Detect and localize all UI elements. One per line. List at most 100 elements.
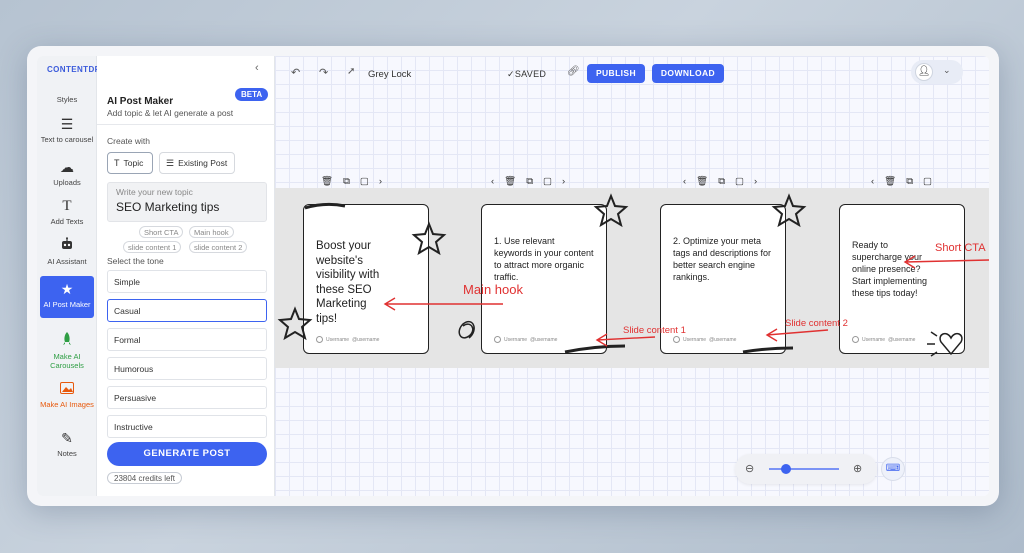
tone-option-formal[interactable]: Formal [107,328,267,351]
delete-icon[interactable]: 🗑︎ [504,176,516,187]
duplicate-icon[interactable]: ⧉ [343,176,350,187]
ai-post-maker-panel: AI Post Maker BETA Add topic & let AI ge… [97,56,280,496]
duplicate-icon[interactable]: ⧉ [906,176,913,187]
generate-post-button[interactable]: GENERATE POST [107,442,267,466]
create-with-existing-post-button[interactable]: ☰ Existing Post [159,152,235,174]
collapse-panel-icon[interactable]: ‹ [255,62,259,74]
rail-item-ai-assistant[interactable]: AI Assistant [37,237,97,266]
tone-option-instructive[interactable]: Instructive [107,415,267,438]
rail-item-add-texts[interactable]: T Add Texts [37,198,97,226]
square-icon[interactable]: ▢ [735,176,744,187]
chevron-left-icon[interactable]: ‹ [683,176,686,187]
rail-item-text-to-carousel[interactable]: ☰ Text to carousel [37,116,97,144]
tone-label: Select the tone [107,256,164,266]
rail-item-label: Text to carousel [40,135,94,144]
annotation-slide-content-2: Slide content 2 [785,318,848,329]
tone-option-simple[interactable]: Simple [107,270,267,293]
pen-icon: ✎ [61,430,73,446]
text-icon: T [62,198,72,214]
rail-item-label: Styles [56,95,78,104]
account-menu[interactable]: 👤︎ ⌄ [911,60,963,84]
slide-handle: @username [888,336,916,343]
annotation-slide-content-1: Slide content 1 [623,325,686,336]
chip-main-hook[interactable]: Main hook [189,226,234,238]
rail-item-label: Add Texts [50,217,84,226]
cloud-upload-icon: ☁ [60,159,74,175]
chip-slide-content-2[interactable]: slide content 2 [189,241,248,253]
tone-option-humorous[interactable]: Humorous [107,357,267,380]
slide-toolbar-2: ‹ 🗑︎ ⧉ ▢ › [491,176,565,187]
slide-toolbar-3: ‹ 🗑︎ ⧉ ▢ › [683,176,757,187]
slide-2[interactable]: 1. Use relevant keywords in your content… [481,204,607,354]
editor-app: CONTENTDRIPS Styles ☰ Text to carousel ☁… [37,56,989,496]
slide-1[interactable]: Boost your website's visibility with the… [303,204,429,354]
slide-username: Username [683,336,707,343]
topic-input[interactable]: Write your new topic SEO Marketing tips [107,182,267,222]
rail-item-label: Make AI Images [40,400,94,409]
chevron-right-icon[interactable]: › [379,176,382,187]
tone-option-casual[interactable]: Casual [107,299,267,322]
avatar [852,336,859,343]
slide-text: 1. Use relevant keywords in your content… [494,236,594,282]
undo-icon[interactable]: ↶ [291,66,300,79]
document-icon: ☰ [166,157,175,168]
create-with-topic-button[interactable]: T Topic [107,152,153,174]
design-canvas: ↶ ↷ ➚ Grey Lock ✓SAVED 🔗︎ PUBLISH DOWNLO… [275,56,989,496]
keyboard-icon[interactable]: ⌨ [881,457,905,481]
divider [97,124,275,125]
tone-option-persuasive[interactable]: Persuasive [107,386,267,409]
square-icon[interactable]: ▢ [360,176,369,187]
chevron-right-icon[interactable]: › [754,176,757,187]
publish-button[interactable]: PUBLISH [587,64,645,83]
duplicate-icon[interactable]: ⧉ [718,176,725,187]
zoom-out-icon[interactable]: ⊖ [745,462,754,475]
text-cursor-icon: T [114,158,120,168]
square-icon[interactable]: ▢ [543,176,552,187]
robot-icon [37,237,97,254]
slide-toolbar-1: 🗑︎ ⧉ ▢ › [321,176,382,187]
chip-slide-content-1[interactable]: slide content 1 [123,241,182,253]
duplicate-icon[interactable]: ⧉ [526,176,533,187]
download-button[interactable]: DOWNLOAD [652,64,724,83]
zoom-control: ⊖ ⊕ [735,454,877,484]
slide-4[interactable]: Ready to supercharge your online presenc… [839,204,965,354]
slide-footer: Username @username [494,336,557,343]
link-icon[interactable]: 🔗︎ [567,66,580,77]
slide-text: Boost your website's visibility with the… [316,240,380,325]
slide-username: Username [326,336,350,343]
slide-handle: @username [530,336,558,343]
pointer-icon[interactable]: ➚ [347,66,355,77]
document-name[interactable]: Grey Lock [368,69,411,80]
rail-item-uploads[interactable]: ☁ Uploads [37,159,97,187]
topic-value: SEO Marketing tips [116,200,220,214]
panel-subtitle: Add topic & let AI generate a post [107,108,234,118]
slide-username: Username [862,336,886,343]
slide-handle: @username [352,336,380,343]
slide-handle: @username [709,336,737,343]
rail-item-styles[interactable]: Styles [37,95,97,104]
zoom-slider-handle[interactable] [781,464,791,474]
chevron-right-icon[interactable]: › [562,176,565,187]
annotation-short-cta: Short CTA [935,242,986,254]
rail-item-ai-post-maker[interactable]: ★ AI Post Maker [40,276,94,318]
zoom-slider[interactable] [769,468,839,470]
beta-badge: BETA [235,88,269,101]
chevron-left-icon[interactable]: ‹ [871,176,874,187]
delete-icon[interactable]: 🗑︎ [321,176,333,187]
redo-icon[interactable]: ↷ [319,66,328,79]
chevron-left-icon[interactable]: ‹ [491,176,494,187]
square-icon[interactable]: ▢ [923,176,932,187]
delete-icon[interactable]: 🗑︎ [696,176,708,187]
avatar [316,336,323,343]
rail-item-notes[interactable]: ✎ Notes [37,430,97,458]
zoom-in-icon[interactable]: ⊕ [853,462,862,475]
topic-placeholder: Write your new topic [116,187,193,197]
rail-item-make-ai-carousels[interactable]: Make AI Carousels [37,332,97,370]
left-rail: CONTENTDRIPS Styles ☰ Text to carousel ☁… [37,56,115,496]
rail-item-label: AI Post Maker [43,300,91,309]
delete-icon[interactable]: 🗑︎ [884,176,896,187]
chip-short-cta[interactable]: Short CTA [139,226,184,238]
app-window: CONTENTDRIPS Styles ☰ Text to carousel ☁… [27,46,999,506]
slide-text: Ready to supercharge your online presenc… [852,240,928,298]
rail-item-make-ai-images[interactable]: Make AI Images [37,381,97,409]
